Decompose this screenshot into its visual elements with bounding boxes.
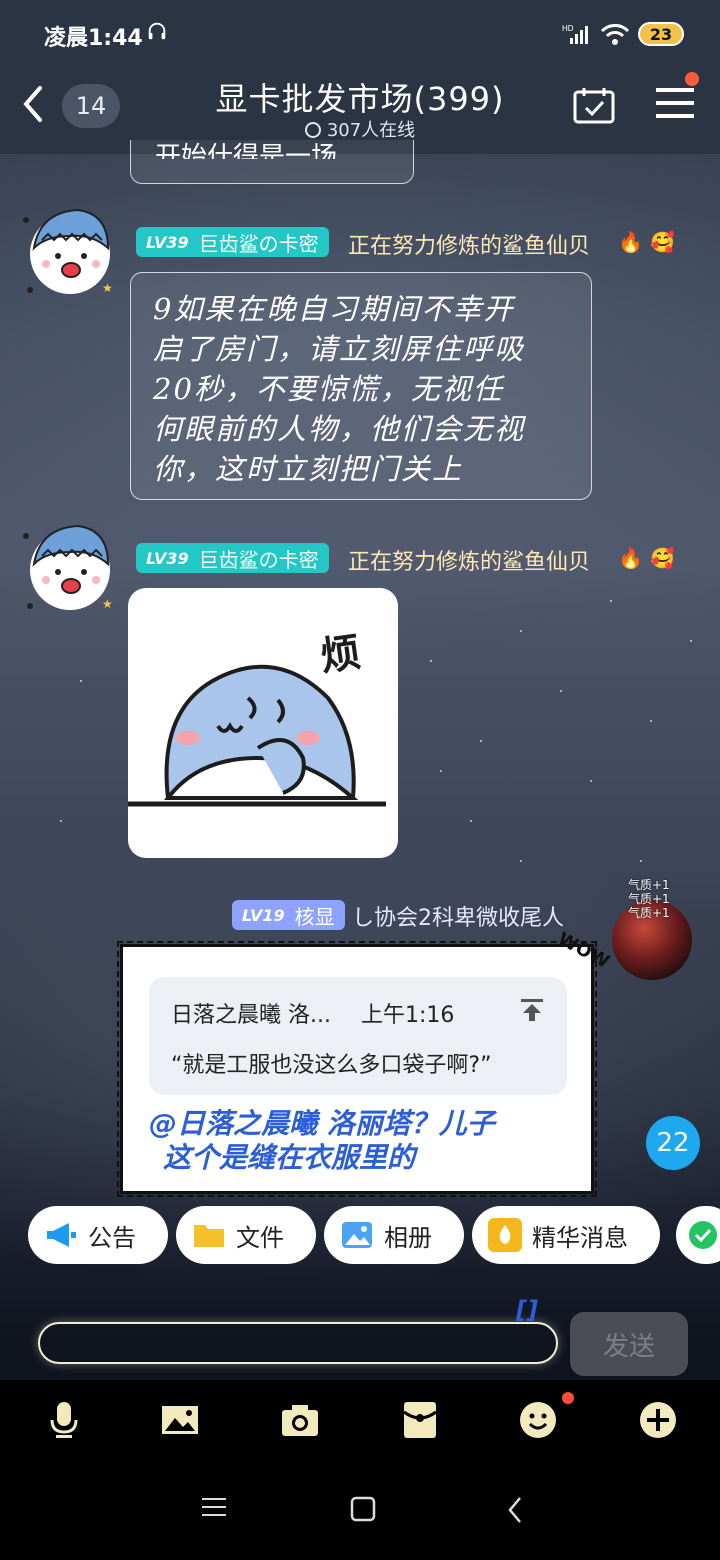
- recent-apps-icon[interactable]: [202, 1496, 226, 1518]
- album-icon: [340, 1218, 374, 1252]
- essence-icon: [488, 1218, 522, 1252]
- chip-announcement[interactable]: 公告: [28, 1206, 168, 1264]
- chip-files[interactable]: 文件: [176, 1206, 316, 1264]
- nav-back-icon[interactable]: [506, 1496, 524, 1524]
- composer-preview: []: [516, 1296, 538, 1324]
- unread-messages-badge[interactable]: 22: [646, 1116, 700, 1170]
- shark-avatar[interactable]: ★: [22, 516, 118, 612]
- chip-album[interactable]: 相册: [324, 1206, 464, 1264]
- shark-avatar[interactable]: ★: [22, 200, 118, 296]
- avatar-effect-text: 气质+1: [628, 878, 670, 892]
- quoted-author: 日落之晨曦 洛...: [171, 1003, 331, 1028]
- emoji-notification-dot: [562, 1392, 574, 1404]
- svg-text:★: ★: [102, 281, 113, 295]
- battery-indicator: 23: [638, 22, 684, 46]
- sender-name: 巨齿鲨の卡密: [198, 547, 319, 572]
- svg-text:HD: HD: [562, 24, 574, 33]
- chevron-down-icon: [304, 122, 321, 138]
- emoji-icon[interactable]: [518, 1400, 558, 1440]
- avatar-effect-text: 气质+1: [628, 892, 670, 906]
- text-line: 20秒，不要惊慌，无视任: [153, 372, 504, 406]
- headphone-icon: [148, 22, 166, 40]
- message-text: 开始什得是一场: [155, 142, 338, 172]
- online-count-text: 307人在线: [326, 120, 416, 141]
- message-input[interactable]: [38, 1322, 558, 1364]
- chip-label: 精华消息: [532, 1223, 628, 1252]
- message-bubble-text[interactable]: 9如果在晚自习期间不幸开 启了房门，请立刻屏住呼吸 20秒，不要惊慌，无视任 何…: [130, 272, 592, 500]
- quoted-time: 上午1:16: [361, 1003, 455, 1028]
- level-badge: LV39 巨齿鲨の卡密: [136, 227, 329, 257]
- status-bar: 凌晨1:44 HD 23: [0, 18, 720, 54]
- level-badge: LV19 核显: [232, 900, 345, 930]
- plus-icon[interactable]: [638, 1400, 678, 1440]
- text-line: 启了房门，请立刻屏住呼吸: [153, 332, 526, 366]
- signal-icon: HD: [562, 24, 588, 44]
- reply-bubble[interactable]: 日落之晨曦 洛... 上午1:16 “就是工服也没这么多口袋子啊?” @日落之晨…: [117, 941, 597, 1197]
- input-toolbar: [0, 1380, 720, 1470]
- member-title: 正在努力修炼的鲨鱼仙贝: [348, 550, 591, 575]
- image-icon[interactable]: [160, 1400, 200, 1440]
- calendar-checkin-icon[interactable]: [572, 86, 616, 124]
- home-icon[interactable]: [350, 1496, 376, 1522]
- jump-to-quote-icon[interactable]: [519, 997, 545, 1023]
- quoted-text: “就是工服也没这么多口袋子啊?”: [171, 1053, 492, 1078]
- status-time: 凌晨1:44: [44, 26, 143, 51]
- mic-icon[interactable]: [44, 1400, 84, 1440]
- check-shield-icon: [686, 1218, 720, 1252]
- reply-text: @日落之晨曦 洛丽塔？儿子 这个是缝在衣服里的: [149, 1107, 579, 1175]
- chip-label: 相册: [384, 1223, 432, 1252]
- sender-name: 巨齿鲨の卡密: [198, 231, 319, 256]
- red-packet-icon[interactable]: [400, 1400, 440, 1440]
- sticker-caption: 烦: [317, 629, 364, 681]
- fire-icon: 🔥: [618, 230, 643, 254]
- avatar-effect-text: 气质+1: [628, 906, 670, 920]
- flower-emoji-icon: 🥰: [650, 546, 675, 570]
- menu-icon[interactable]: [656, 86, 694, 120]
- level-badge: LV39 巨齿鲨の卡密: [136, 543, 329, 573]
- annoyed-shark-sticker: [128, 664, 386, 807]
- folder-icon: [192, 1218, 226, 1252]
- chip-label: 公告: [88, 1223, 136, 1252]
- text-line: 你，这时立刻把门关上: [153, 452, 464, 486]
- member-title: し协会2科卑微收尾人: [352, 906, 564, 931]
- sender-name: 核显: [294, 904, 335, 929]
- flower-emoji-icon: 🥰: [650, 230, 675, 254]
- quoted-message[interactable]: 日落之晨曦 洛... 上午1:16 “就是工服也没这么多口袋子啊?”: [149, 977, 567, 1095]
- sticker-image[interactable]: 烦: [128, 588, 398, 858]
- text-line: 何眼前的人物，他们会无视: [153, 412, 526, 446]
- send-button[interactable]: 发送: [570, 1312, 688, 1376]
- chip-essence[interactable]: 精华消息: [472, 1206, 660, 1264]
- text-line: 9如果在晚自习期间不幸开: [153, 292, 515, 326]
- camera-icon[interactable]: [280, 1400, 320, 1440]
- megaphone-icon: [44, 1218, 78, 1252]
- member-title: 正在努力修炼的鲨鱼仙贝: [348, 234, 591, 259]
- wifi-icon: [600, 24, 630, 45]
- chip-label: 文件: [236, 1223, 284, 1252]
- reply-line: 这个是缝在衣服里的: [163, 1141, 416, 1174]
- message-bubble-partial[interactable]: 开始什得是一场: [130, 140, 414, 184]
- reply-line: @日落之晨曦 洛丽塔？儿子: [149, 1107, 495, 1140]
- notification-dot: [685, 72, 699, 86]
- message-text: 9如果在晚自习期间不幸开 启了房门，请立刻屏住呼吸 20秒，不要惊慌，无视任 何…: [153, 289, 573, 489]
- fire-icon: 🔥: [618, 546, 643, 570]
- svg-text:★: ★: [102, 597, 113, 611]
